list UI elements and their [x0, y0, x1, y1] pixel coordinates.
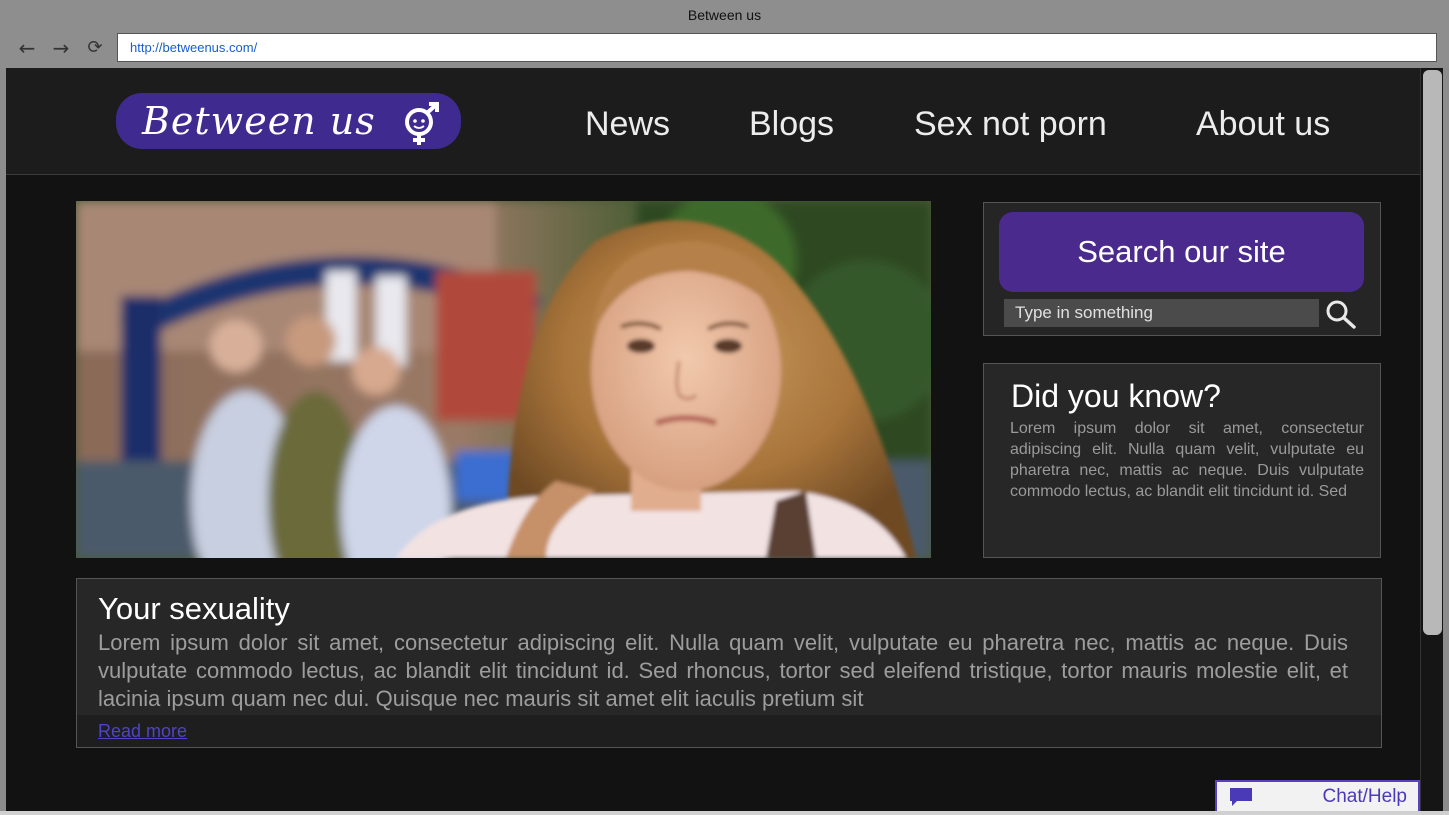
search-icon[interactable] [1324, 299, 1358, 329]
article-excerpt: Lorem ipsum dolor sit amet, consectetur … [98, 630, 1348, 711]
read-more-link[interactable]: Read more [98, 720, 187, 742]
address-bar[interactable]: http://betweenus.com/ [117, 33, 1437, 62]
nav-blogs[interactable]: Blogs [749, 104, 834, 144]
site-header: Between us News Blogs Sex not porn About… [6, 68, 1420, 175]
did-you-know-panel: Did you know? Lorem ipsum dolor sit amet… [983, 363, 1381, 558]
hero-photo-illustration [76, 201, 931, 558]
scrollbar-thumb[interactable] [1423, 70, 1442, 635]
site-logo[interactable]: Between us [116, 93, 461, 149]
search-input[interactable] [1004, 299, 1319, 327]
nav-sex-not-porn[interactable]: Sex not porn [914, 104, 1107, 144]
hero-image [76, 201, 931, 558]
search-site-button[interactable]: Search our site [999, 212, 1364, 292]
did-you-know-text: Lorem ipsum dolor sit amet, consectetur … [1010, 420, 1364, 500]
page-viewport: Between us News Blogs Sex not porn About… [6, 68, 1420, 811]
article-title: Your sexuality [98, 591, 290, 626]
window-bottom-edge [0, 811, 1449, 815]
window-title: Between us [0, 0, 1449, 30]
logo-text: Between us [142, 99, 376, 143]
chat-help-label: Chat/Help [1322, 786, 1408, 807]
nav-about-us[interactable]: About us [1196, 104, 1330, 144]
forward-arrow-icon[interactable]: → [50, 37, 72, 59]
reload-icon[interactable]: ⟳ [84, 37, 106, 59]
nav-news[interactable]: News [585, 104, 670, 144]
search-panel: Search our site [983, 202, 1381, 336]
article-footer-bar [77, 715, 1381, 747]
did-you-know-title: Did you know? [1011, 378, 1221, 414]
gender-face-icon [405, 102, 439, 145]
chat-bubble-icon [1230, 788, 1252, 806]
browser-toolbar: ← → ⟳ http://betweenus.com/ [0, 30, 1449, 68]
back-arrow-icon[interactable]: ← [16, 37, 38, 59]
article-your-sexuality: Your sexuality Lorem ipsum dolor sit ame… [76, 578, 1382, 748]
scrollbar[interactable] [1420, 68, 1443, 811]
chat-help-button[interactable]: Chat/Help [1215, 780, 1420, 811]
